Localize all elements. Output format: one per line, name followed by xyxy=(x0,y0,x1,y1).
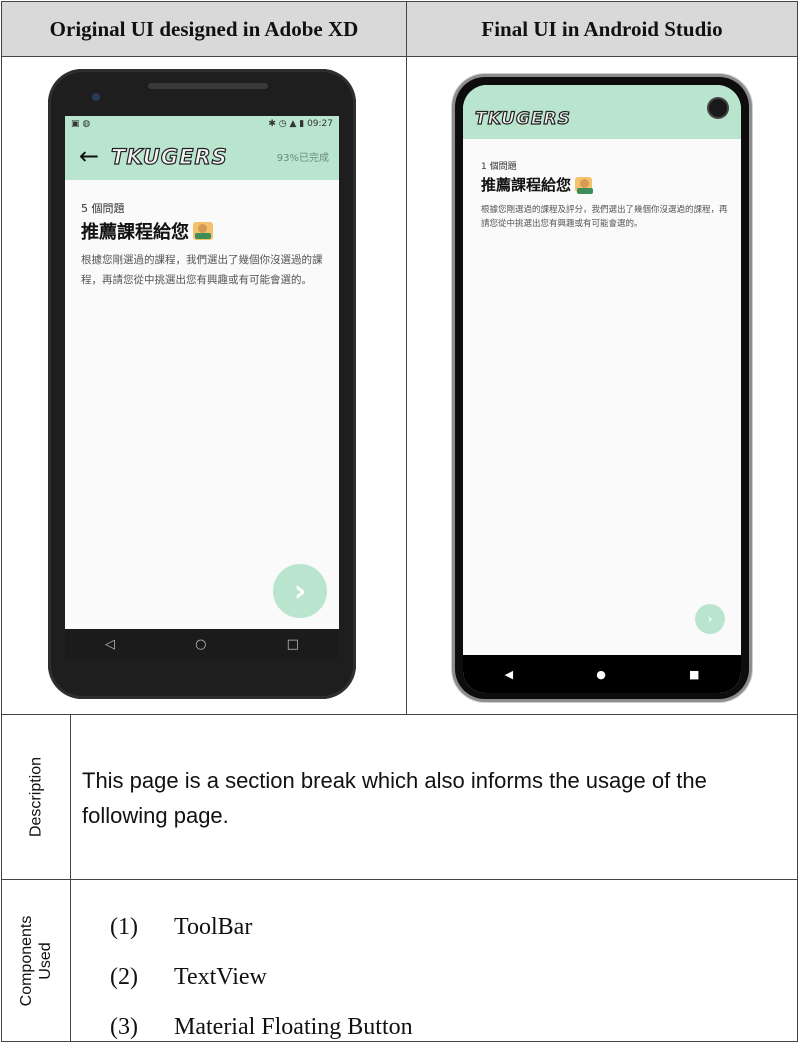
nav-home-icon[interactable]: ● xyxy=(596,668,606,681)
question-count: 1 個問題 xyxy=(481,162,517,172)
nav-bar: ◁ ○ □ xyxy=(65,629,339,659)
column-divider xyxy=(406,57,407,714)
list-item-number: (1) xyxy=(110,913,138,940)
chevron-right-icon: › xyxy=(293,573,307,609)
nav-recents-icon[interactable]: ■ xyxy=(689,668,699,681)
chevron-right-icon: › xyxy=(707,612,713,626)
android-phone: TKUGERS 1 個問題 推薦課程給您 根據您剛選過的課程及評分，我們選出了幾… xyxy=(455,77,749,699)
section-title-text: 推薦課程給您 xyxy=(81,222,189,243)
description-label: Description xyxy=(27,756,45,838)
list-item-name: Material Floating Button xyxy=(174,1013,413,1040)
section-content: 1 個問題 推薦課程給您 根據您剛選過的課程及評分，我們選出了幾個你沒選過的課程… xyxy=(481,159,729,231)
section-description: 根據您剛選過的課程及評分，我們選出了幾個你沒選過的課程，再請您從中挑選出您有興趣… xyxy=(481,205,728,229)
list-item: (1) ToolBar xyxy=(110,902,413,952)
components-row: Components Used (1) ToolBar (2) TextView… xyxy=(2,880,797,1041)
status-time: 09:27 xyxy=(307,119,333,129)
android-phone-screen: TKUGERS 1 個問題 推薦課程給您 根據您剛選過的課程及評分，我們選出了幾… xyxy=(463,85,741,693)
list-item-number: (3) xyxy=(110,1013,138,1040)
section-title-text: 推薦課程給您 xyxy=(481,176,572,194)
list-item-name: ToolBar xyxy=(174,913,253,940)
section-description: 根據您剛選過的課程，我們選出了幾個你沒選過的課程，再請您從中挑選出您有興趣或有可… xyxy=(81,254,323,286)
section-content: 5 個問題 推薦課程給您 根據您剛選過的課程，我們選出了幾個你沒選過的課程，再請… xyxy=(81,200,325,290)
front-camera-icon xyxy=(92,93,100,101)
punch-hole-camera-icon xyxy=(709,99,727,117)
list-item: (3) Material Floating Button xyxy=(110,1002,413,1052)
teacher-emoji-icon xyxy=(575,177,594,194)
header-android-title: Final UI in Android Studio xyxy=(481,16,723,41)
nav-recents-icon[interactable]: □ xyxy=(287,637,299,652)
list-item-number: (2) xyxy=(110,963,138,990)
header-xd-title: Original UI designed in Adobe XD xyxy=(2,2,407,56)
app-logo: TKUGERS xyxy=(474,108,571,129)
components-label: Components Used xyxy=(18,915,54,1006)
nav-bar: ◀ ● ■ xyxy=(463,655,741,693)
nav-home-icon[interactable]: ○ xyxy=(195,637,206,652)
xd-phone-screen: ▣ ◍ ✱ ◷ ▲ ▮ 09:27 ← TKUGERS 93%已完成 5 個問題… xyxy=(65,116,339,659)
list-item: (2) TextView xyxy=(110,952,413,1002)
question-count: 5 個問題 xyxy=(81,202,125,215)
toolbar: TKUGERS xyxy=(463,85,741,139)
section-title: 推薦課程給您 xyxy=(81,218,325,244)
comparison-table: Original UI designed in Adobe XD Final U… xyxy=(1,1,798,1042)
table-header-row: Original UI designed in Adobe XD Final U… xyxy=(2,2,797,57)
nav-back-icon[interactable]: ◁ xyxy=(105,637,115,652)
back-arrow-icon[interactable]: ← xyxy=(79,142,99,170)
nav-back-icon[interactable]: ◀ xyxy=(505,668,513,681)
list-item-name: TextView xyxy=(174,963,267,990)
screenshot-row: ▣ ◍ ✱ ◷ ▲ ▮ 09:27 ← TKUGERS 93%已完成 5 個問題… xyxy=(2,57,797,715)
description-row: Description This page is a section break… xyxy=(2,715,797,880)
speaker-grille xyxy=(148,83,268,89)
teacher-emoji-icon xyxy=(193,222,213,240)
components-list: (1) ToolBar (2) TextView (3) Material Fl… xyxy=(110,902,413,1052)
status-icons: ✱ ◷ ▲ ▮ xyxy=(268,119,308,129)
progress-text: 93%已完成 xyxy=(276,153,329,164)
xd-phone-mockup: ▣ ◍ ✱ ◷ ▲ ▮ 09:27 ← TKUGERS 93%已完成 5 個問題… xyxy=(48,69,356,699)
app-logo: TKUGERS xyxy=(110,144,228,169)
next-fab-button[interactable]: › xyxy=(273,564,327,618)
notification-icons: ▣ ◍ xyxy=(71,119,91,129)
section-title: 推薦課程給您 xyxy=(481,174,729,195)
next-fab-button[interactable]: › xyxy=(695,604,725,634)
description-label-cell: Description xyxy=(2,715,71,879)
components-label-cell: Components Used xyxy=(2,880,71,1041)
status-bar: ▣ ◍ ✱ ◷ ▲ ▮ 09:27 xyxy=(65,116,339,134)
description-text: This page is a section break which also … xyxy=(82,768,707,828)
toolbar: ← TKUGERS 93%已完成 xyxy=(65,134,339,180)
